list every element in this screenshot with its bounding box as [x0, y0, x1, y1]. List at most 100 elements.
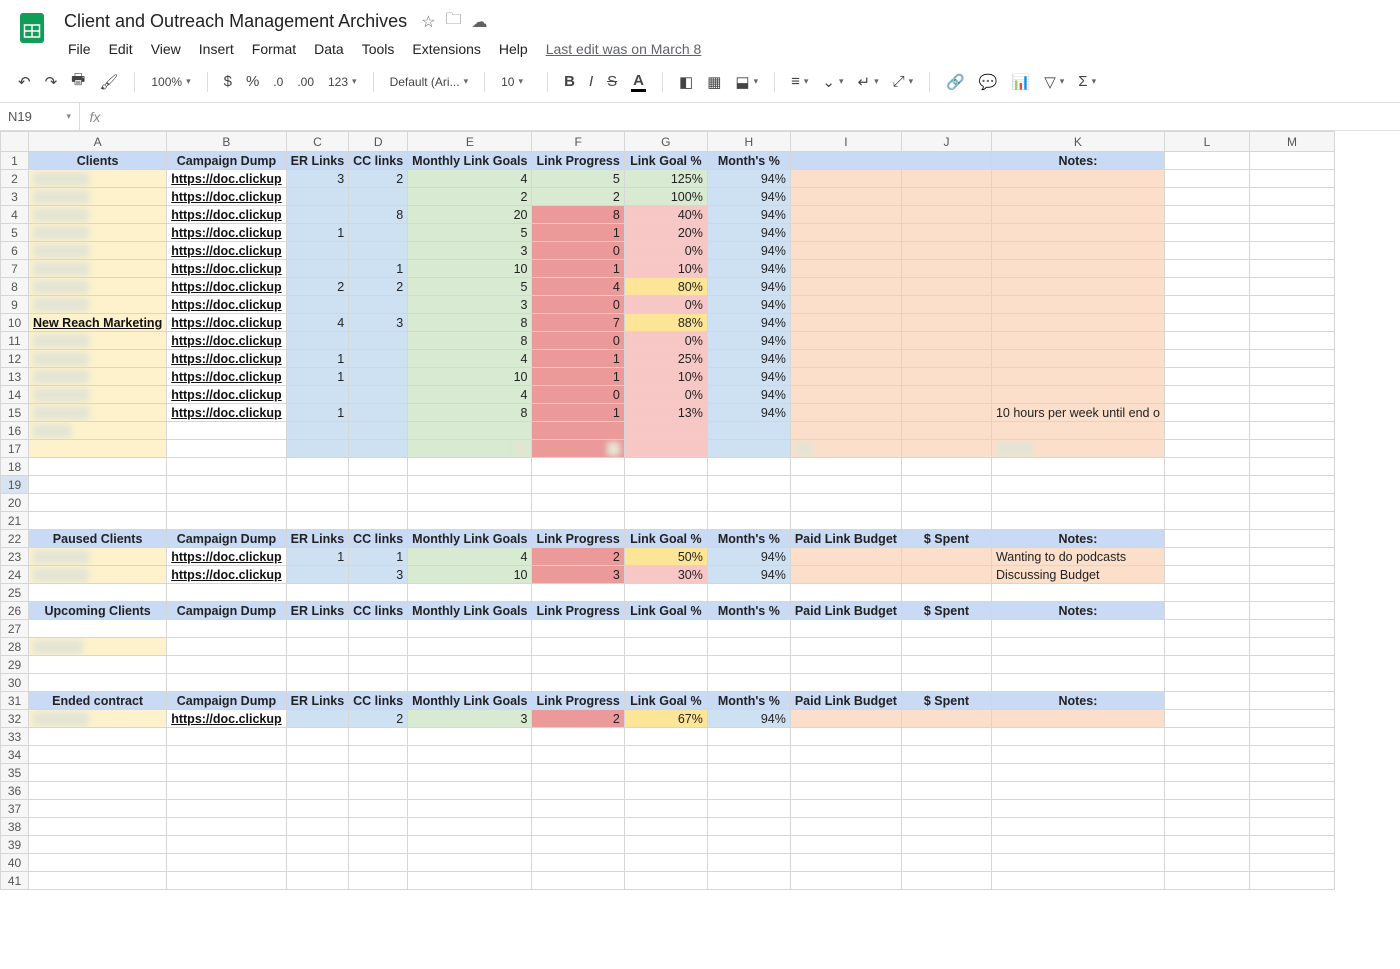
cell-F28[interactable] — [532, 638, 624, 656]
cell-K3[interactable] — [991, 188, 1164, 206]
comment-icon[interactable]: 💬 — [979, 73, 998, 91]
cell-D6[interactable] — [349, 242, 408, 260]
cell-E28[interactable] — [408, 638, 532, 656]
cell-I15[interactable] — [790, 404, 901, 422]
cell-E21[interactable] — [408, 512, 532, 530]
cell-E27[interactable] — [408, 620, 532, 638]
link-icon[interactable]: 🔗 — [946, 73, 965, 91]
cell-F18[interactable] — [532, 458, 624, 476]
cell-I13[interactable] — [790, 368, 901, 386]
cell-I14[interactable] — [790, 386, 901, 404]
cell-C38[interactable] — [286, 818, 349, 836]
font-size-select[interactable]: 10 — [501, 75, 531, 89]
cell-M19[interactable] — [1249, 476, 1334, 494]
cell-I36[interactable] — [790, 782, 901, 800]
cell-H12[interactable]: 94% — [707, 350, 790, 368]
cell-B26[interactable]: Campaign Dump — [167, 602, 286, 620]
cell-F34[interactable] — [532, 746, 624, 764]
cell-M7[interactable] — [1249, 260, 1334, 278]
cell-F30[interactable] — [532, 674, 624, 692]
cell-A3[interactable]: xxxxxxxxx — [29, 188, 167, 206]
row-header-7[interactable]: 7 — [1, 260, 29, 278]
cell-F37[interactable] — [532, 800, 624, 818]
cell-I37[interactable] — [790, 800, 901, 818]
col-header-L[interactable]: L — [1164, 132, 1249, 152]
cell-L15[interactable] — [1164, 404, 1249, 422]
cell-I41[interactable] — [790, 872, 901, 890]
decrease-decimal-icon[interactable]: .0 — [273, 75, 283, 89]
last-edit[interactable]: Last edit was on March 8 — [538, 37, 710, 61]
functions-icon[interactable]: Σ — [1078, 73, 1096, 90]
cell-C31[interactable]: ER Links — [286, 692, 349, 710]
cell-F36[interactable] — [532, 782, 624, 800]
cell-H18[interactable] — [707, 458, 790, 476]
cell-I22[interactable]: Paid Link Budget — [790, 530, 901, 548]
cell-B35[interactable] — [167, 764, 286, 782]
cell-B22[interactable]: Campaign Dump — [167, 530, 286, 548]
cell-M41[interactable] — [1249, 872, 1334, 890]
cell-M2[interactable] — [1249, 170, 1334, 188]
cell-E7[interactable]: 10 — [408, 260, 532, 278]
cell-K8[interactable] — [991, 278, 1164, 296]
cell-F8[interactable]: 4 — [532, 278, 624, 296]
cell-H30[interactable] — [707, 674, 790, 692]
cell-B20[interactable] — [167, 494, 286, 512]
cell-H37[interactable] — [707, 800, 790, 818]
row-header-19[interactable]: 19 — [1, 476, 29, 494]
cell-G15[interactable]: 13% — [624, 404, 707, 422]
cell-A37[interactable] — [29, 800, 167, 818]
cell-E9[interactable]: 3 — [408, 296, 532, 314]
row-header-14[interactable]: 14 — [1, 386, 29, 404]
cell-K27[interactable] — [991, 620, 1164, 638]
cell-C13[interactable]: 1 — [286, 368, 349, 386]
cell-A27[interactable] — [29, 620, 167, 638]
fill-color-icon[interactable]: ◧ — [679, 73, 693, 91]
cell-F39[interactable] — [532, 836, 624, 854]
cell-L21[interactable] — [1164, 512, 1249, 530]
cell-M24[interactable] — [1249, 566, 1334, 584]
cell-K33[interactable] — [991, 728, 1164, 746]
cell-M26[interactable] — [1249, 602, 1334, 620]
row-header-15[interactable]: 15 — [1, 404, 29, 422]
cell-A1[interactable]: Clients — [29, 152, 167, 170]
cell-G33[interactable] — [624, 728, 707, 746]
row-header-18[interactable]: 18 — [1, 458, 29, 476]
cell-J33[interactable] — [901, 728, 991, 746]
cell-K4[interactable] — [991, 206, 1164, 224]
cell-I35[interactable] — [790, 764, 901, 782]
cell-F35[interactable] — [532, 764, 624, 782]
cell-F2[interactable]: 5 — [532, 170, 624, 188]
rotate-icon[interactable]: ⤢ — [893, 73, 914, 90]
cell-A34[interactable] — [29, 746, 167, 764]
cell-F4[interactable]: 8 — [532, 206, 624, 224]
cell-L1[interactable] — [1164, 152, 1249, 170]
menu-tools[interactable]: Tools — [354, 37, 403, 61]
cell-D3[interactable] — [349, 188, 408, 206]
cell-H41[interactable] — [707, 872, 790, 890]
row-header-30[interactable]: 30 — [1, 674, 29, 692]
cell-M23[interactable] — [1249, 548, 1334, 566]
cell-I28[interactable] — [790, 638, 901, 656]
cell-K32[interactable] — [991, 710, 1164, 728]
print-icon[interactable]: 🖶 — [71, 69, 85, 94]
cell-A25[interactable] — [29, 584, 167, 602]
cell-E31[interactable]: Monthly Link Goals — [408, 692, 532, 710]
cell-J28[interactable] — [901, 638, 991, 656]
cell-L37[interactable] — [1164, 800, 1249, 818]
col-header-B[interactable]: B — [167, 132, 286, 152]
spreadsheet-grid[interactable]: ABCDEFGHIJKLM1ClientsCampaign DumpER Lin… — [0, 131, 1400, 890]
cell-I5[interactable] — [790, 224, 901, 242]
cell-D9[interactable] — [349, 296, 408, 314]
row-header-3[interactable]: 3 — [1, 188, 29, 206]
cell-G16[interactable] — [624, 422, 707, 440]
cell-L14[interactable] — [1164, 386, 1249, 404]
cell-J9[interactable] — [901, 296, 991, 314]
cell-K17[interactable]: xxxxxx — [991, 440, 1164, 458]
cell-J16[interactable] — [901, 422, 991, 440]
cell-J29[interactable] — [901, 656, 991, 674]
cell-F14[interactable]: 0 — [532, 386, 624, 404]
currency-icon[interactable]: $ — [224, 73, 232, 90]
cell-I21[interactable] — [790, 512, 901, 530]
cell-K1[interactable]: Notes: — [991, 152, 1164, 170]
cell-C23[interactable]: 1 — [286, 548, 349, 566]
